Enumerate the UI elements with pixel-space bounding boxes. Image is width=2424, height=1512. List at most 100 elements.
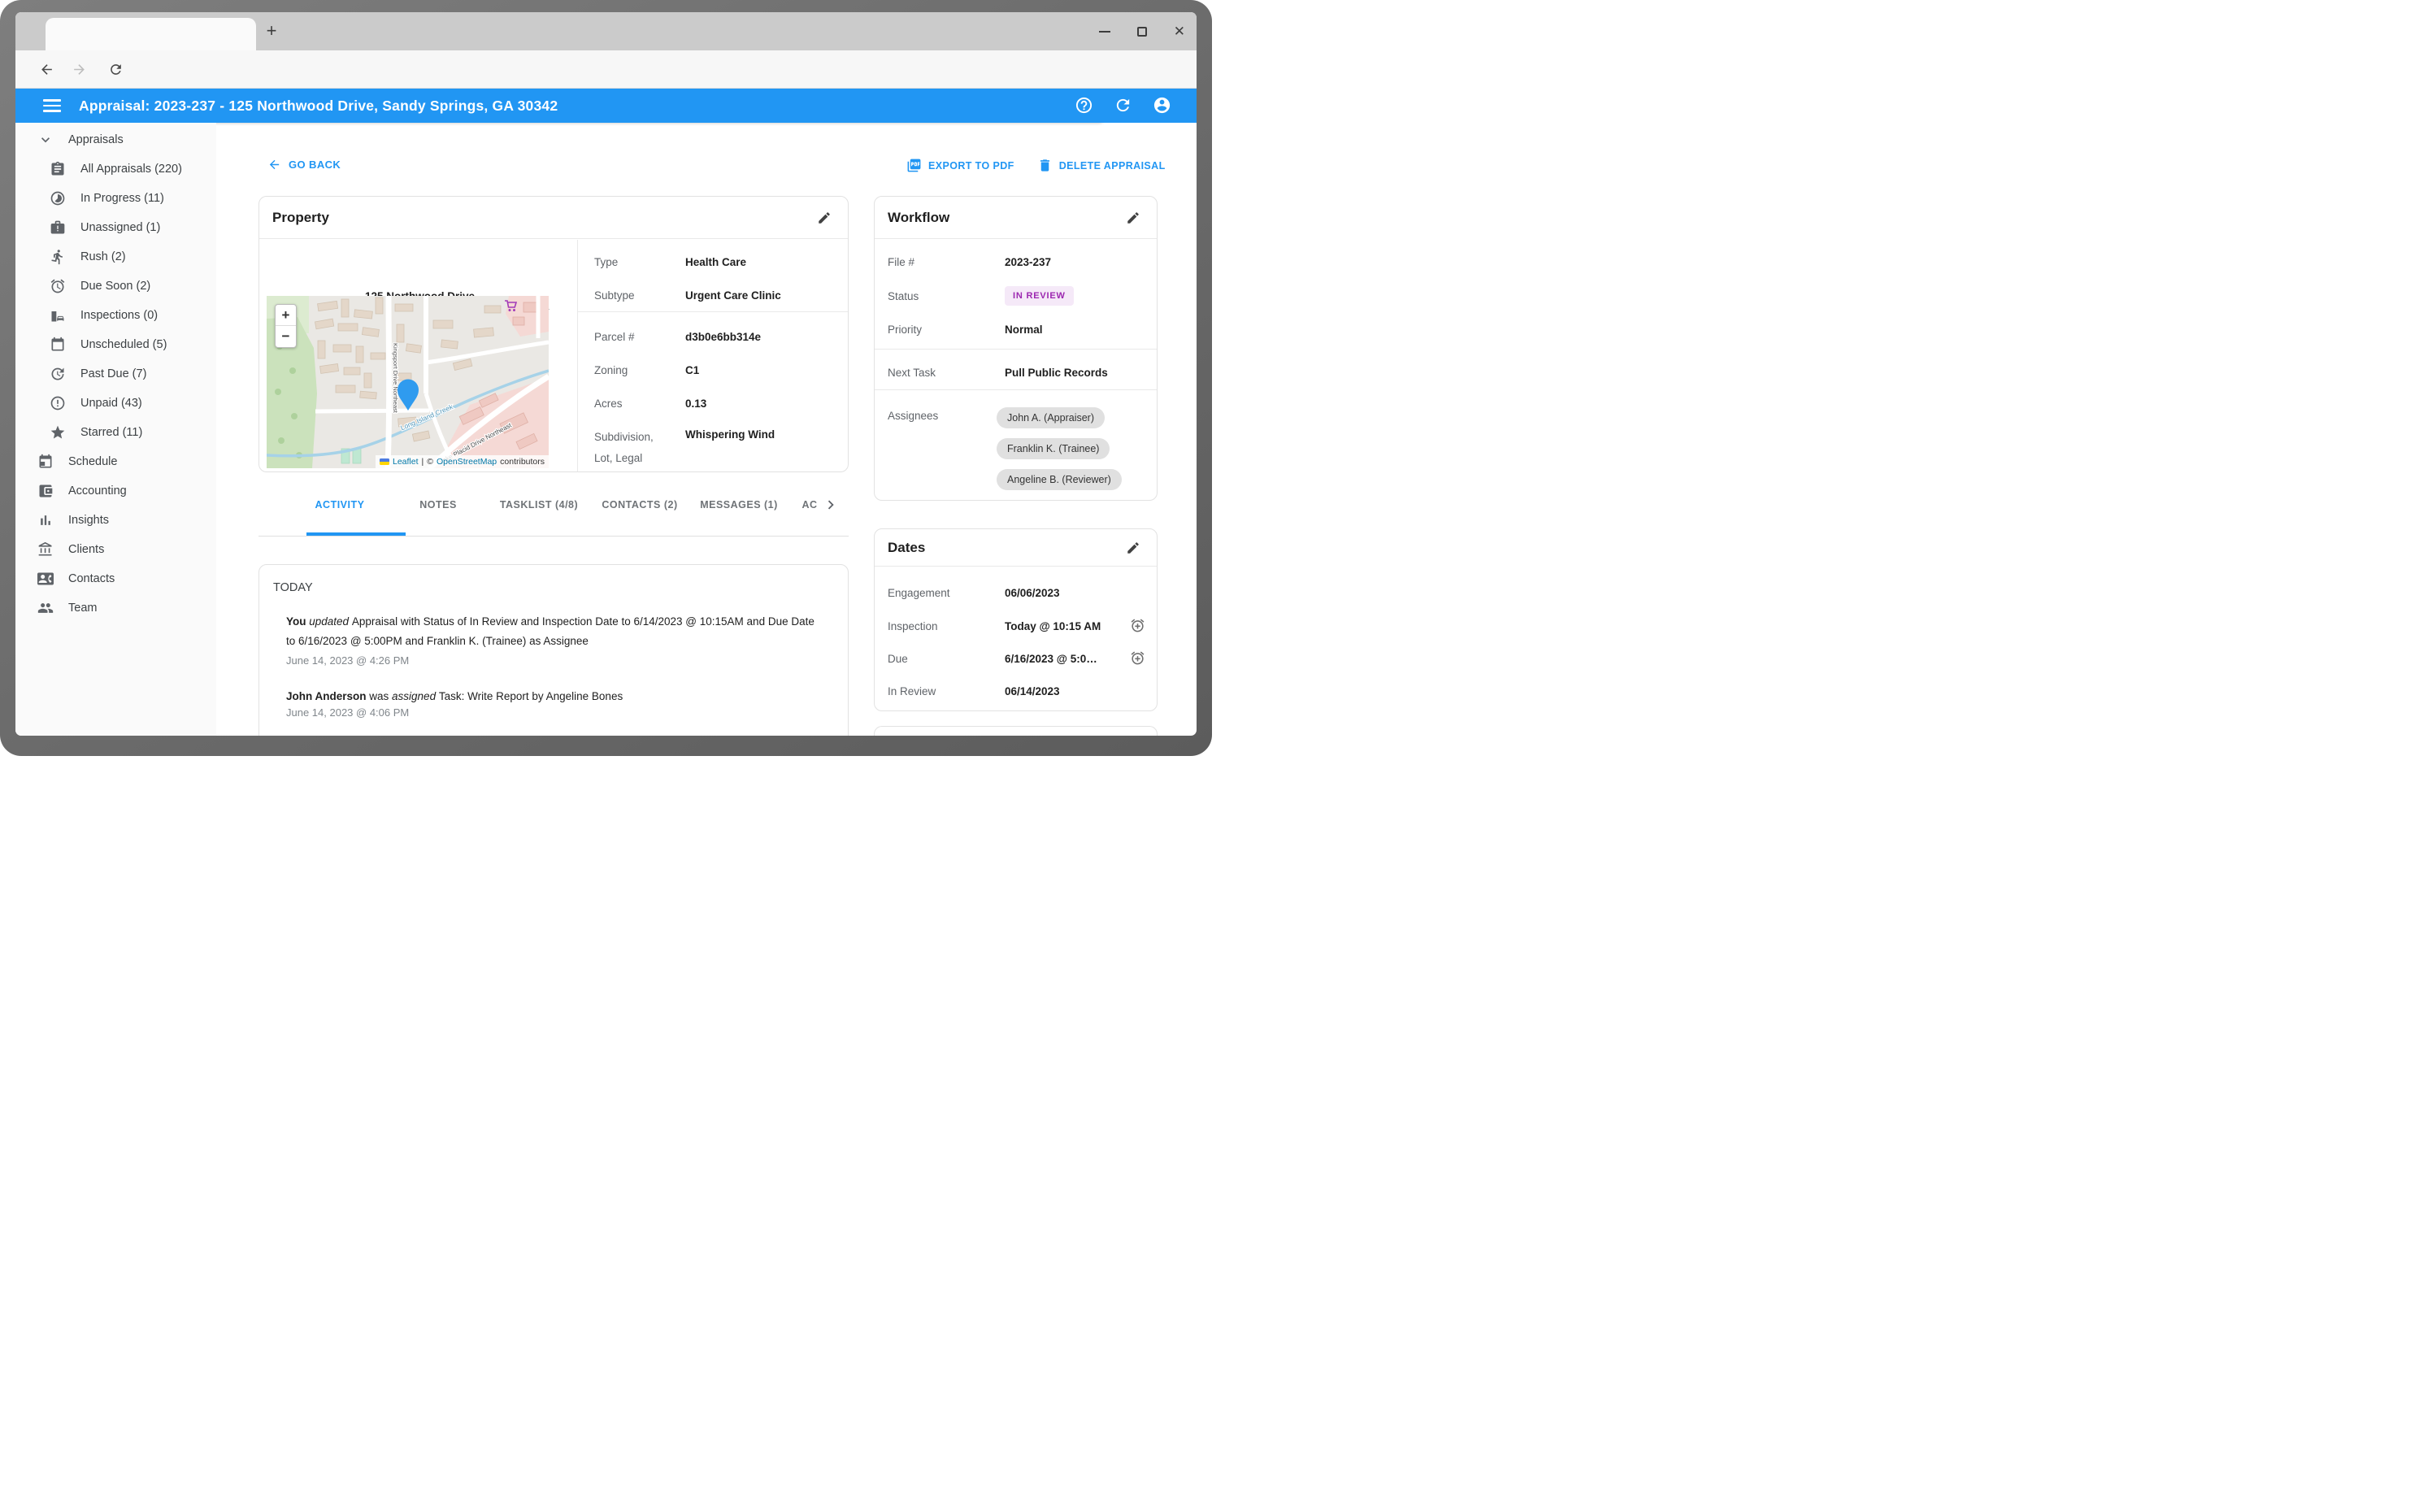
sidebar-item-accounting[interactable]: Accounting <box>15 476 216 506</box>
sidebar-section-appraisals[interactable]: Appraisals <box>15 125 216 154</box>
activity-entry: John Anderson was assigned Task: Write R… <box>286 687 824 706</box>
subdivision-label: Subdivision, Lot, Legal <box>594 427 685 469</box>
minimize-icon[interactable] <box>1099 31 1110 33</box>
edit-dates-icon[interactable] <box>1126 541 1140 555</box>
sidebar-item-label: Unscheduled (5) <box>80 338 167 351</box>
zoom-in-button[interactable]: + <box>276 305 296 326</box>
sidebar-item-all-appraisals[interactable]: All Appraisals (220) <box>15 154 216 184</box>
maximize-icon[interactable] <box>1137 27 1147 37</box>
priority-label: Priority <box>888 324 1005 336</box>
property-card: Property Address 125 Northwood Drive, Sa… <box>258 196 849 472</box>
subdivision-value: Whispering Wind <box>685 427 775 443</box>
activity-day-header: TODAY <box>273 581 313 594</box>
assignee-chip[interactable]: John A. (Appraiser) <box>997 407 1105 428</box>
refresh-icon[interactable] <box>1114 96 1132 115</box>
tab-contacts[interactable]: CONTACTS (2) <box>602 499 677 511</box>
calendar-blank-icon <box>50 337 66 353</box>
property-address-column: Address 125 Northwood Drive, Sandy Sprin… <box>259 240 577 471</box>
subtype-value: Urgent Care Clinic <box>685 289 781 302</box>
sidebar-item-in-progress[interactable]: In Progress (11) <box>15 184 216 213</box>
chevron-right-icon[interactable] <box>822 496 840 514</box>
assignee-chip[interactable]: Angeline B. (Reviewer) <box>997 469 1122 490</box>
dates-card: Dates Engagement 06/06/2023 Inspection T… <box>874 528 1158 711</box>
sidebar-item-label: Rush (2) <box>80 250 126 263</box>
new-tab-button[interactable]: + <box>260 20 283 42</box>
back-icon[interactable] <box>39 62 54 77</box>
zoom-out-button[interactable]: − <box>276 326 296 347</box>
edit-property-icon[interactable] <box>817 211 832 225</box>
priority-value: Normal <box>1005 324 1043 336</box>
go-back-button[interactable]: GO BACK <box>267 158 341 172</box>
help-icon[interactable] <box>1075 96 1093 115</box>
sidebar-item-unpaid[interactable]: Unpaid (43) <box>15 389 216 418</box>
page-title: Appraisal: 2023-237 - 125 Northwood Driv… <box>79 89 558 123</box>
dates-card-title: Dates <box>888 540 925 556</box>
sidebar-item-label: All Appraisals (220) <box>80 163 182 176</box>
sidebar-item-unscheduled[interactable]: Unscheduled (5) <box>15 330 216 359</box>
due-label: Due <box>888 653 1005 665</box>
sidebar-item-label: Clients <box>68 543 104 556</box>
sidebar-item-contacts[interactable]: Contacts <box>15 564 216 593</box>
edit-workflow-icon[interactable] <box>1126 211 1140 225</box>
reload-icon[interactable] <box>108 62 124 77</box>
tab-tasklist[interactable]: TASKLIST (4/8) <box>500 499 578 511</box>
file-number-value: 2023-237 <box>1005 256 1051 268</box>
leaflet-link[interactable]: Leaflet <box>393 457 419 467</box>
sidebar-item-rush[interactable]: Rush (2) <box>15 242 216 272</box>
account-icon[interactable] <box>1153 96 1171 115</box>
sidebar-item-clients[interactable]: Clients <box>15 535 216 564</box>
osm-link[interactable]: OpenStreetMap <box>437 457 497 467</box>
runner-icon <box>50 249 66 265</box>
tab-overflow-truncated[interactable]: AC <box>801 499 817 511</box>
alarm-add-icon[interactable] <box>1130 618 1145 633</box>
building-car-icon <box>50 307 66 324</box>
status-badge: IN REVIEW <box>1005 286 1074 306</box>
sidebar-item-team[interactable]: Team <box>15 593 216 623</box>
status-label: Status <box>888 290 1005 302</box>
alarm-add-icon[interactable] <box>1130 650 1145 666</box>
time-progress-icon <box>50 190 66 206</box>
map-zoom-control: + − <box>275 304 297 348</box>
browser-tab[interactable] <box>46 18 256 50</box>
subtype-label: Subtype <box>594 289 685 302</box>
map-street-label: Kingsport Drive Northeast <box>392 343 399 414</box>
forward-icon[interactable] <box>72 62 87 77</box>
tab-messages[interactable]: MESSAGES (1) <box>700 499 778 511</box>
sidebar-item-due-soon[interactable]: Due Soon (2) <box>15 272 216 301</box>
property-details-column: Type Health Care Subtype Urgent Care Cli… <box>577 240 848 471</box>
parcel-label: Parcel # <box>594 331 685 343</box>
sidebar-item-label: Insights <box>68 514 109 527</box>
calendar-event-icon <box>37 454 54 470</box>
property-card-title: Property <box>272 210 329 226</box>
tab-activity[interactable]: ACTIVITY <box>315 499 365 511</box>
sidebar-item-label: Inspections (0) <box>80 309 158 322</box>
sidebar-item-insights[interactable]: Insights <box>15 506 216 535</box>
engagement-value: 06/06/2023 <box>1005 587 1060 599</box>
close-icon[interactable]: ✕ <box>1174 24 1185 38</box>
assignee-chip[interactable]: Franklin K. (Trainee) <box>997 438 1110 459</box>
property-map[interactable]: Kingsport Drive Northeast Long Island Cr… <box>267 296 549 468</box>
error-outline-icon <box>50 395 66 411</box>
next-task-value: Pull Public Records <box>1005 367 1108 379</box>
sidebar-item-schedule[interactable]: Schedule <box>15 447 216 476</box>
attribution-contributors: contributors <box>500 457 545 467</box>
export-pdf-button[interactable]: EXPORT TO PDF <box>906 158 1014 173</box>
sidebar-item-label: Accounting <box>68 484 127 497</box>
sidebar-item-label: In Progress (11) <box>80 192 164 205</box>
inspection-value: Today @ 10:15 AM <box>1005 620 1101 632</box>
workflow-card-title: Workflow <box>888 210 949 226</box>
activity-entry: You updated Appraisal with Status of In … <box>286 612 824 651</box>
sidebar-item-label: Team <box>68 602 97 615</box>
browser-address-bar <box>15 50 1197 89</box>
sidebar-item-starred[interactable]: Starred (11) <box>15 418 216 447</box>
browser-tab-bar: + ✕ <box>15 12 1197 50</box>
delete-appraisal-button[interactable]: DELETE APPRAISAL <box>1037 158 1166 173</box>
sidebar-item-unassigned[interactable]: Unassigned (1) <box>15 213 216 242</box>
assignees-label: Assignees <box>888 410 1005 422</box>
menu-icon[interactable] <box>43 99 61 112</box>
tab-notes[interactable]: NOTES <box>419 499 457 511</box>
export-pdf-label: EXPORT TO PDF <box>928 160 1014 172</box>
sidebar-item-inspections[interactable]: Inspections (0) <box>15 301 216 330</box>
pdf-icon <box>906 158 922 173</box>
sidebar-item-past-due[interactable]: Past Due (7) <box>15 359 216 389</box>
